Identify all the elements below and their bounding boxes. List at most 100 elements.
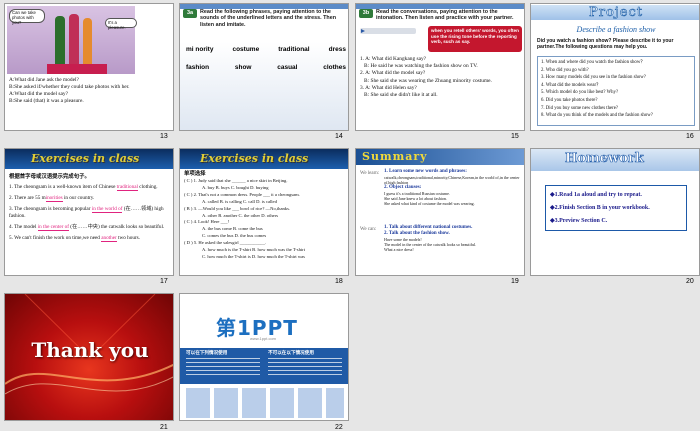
panel-text-lines [186, 358, 260, 378]
slide-thumbnail-13[interactable]: Can we take photos with you? It's a plea… [4, 3, 174, 131]
intro-text: Did you watch a fashion show? Please des… [537, 38, 674, 50]
section-label: We can: [360, 227, 377, 232]
slide-number: 19 [511, 278, 519, 285]
phrase: mi nority [186, 46, 214, 53]
project-subtitle: Describe a fashion show [576, 25, 656, 34]
phrase: costume [232, 46, 260, 53]
summary-detail: catwalk,cheongsam,traditional,minority,C… [384, 175, 520, 185]
section-label: We learn: [360, 171, 380, 176]
slide-thumbnail-18[interactable]: Exercises in class 单项选择 ( C ) 1. Judy sa… [179, 148, 349, 276]
exercise-item: 3. The cheongsam is becoming popular in … [9, 206, 164, 219]
questions-box: 1. When and where did you watch the fash… [537, 56, 695, 126]
slide-thumbnail-22[interactable]: 第1PPT www.1ppt.com 可以在下列情况使用 不可以在以下情况使用 [179, 293, 349, 421]
question-item: 2. Who did you go with? [541, 67, 589, 73]
phrase-row: mi nority costume traditional dress [186, 46, 346, 53]
slide-number: 18 [335, 278, 343, 285]
dialogue-line: 2. A: What did the model say? [360, 70, 426, 77]
slide-thumbnail-15[interactable]: 3b Read the conversations, paying attent… [355, 3, 525, 131]
slide-number: 20 [686, 278, 694, 285]
dialogue-line: B: She said she was wearing the Zhuang m… [360, 77, 492, 84]
question-item: ( C ) 4. Look! Here ___! [184, 219, 230, 225]
dialogue-line: B:She asked if/whether they could take p… [9, 84, 130, 90]
option-line: A. how much is the T-shirt B. how much w… [202, 247, 305, 253]
thank-you-text: Thank you [31, 338, 149, 362]
dialogue-line: A:What did Jane ask the model? [9, 77, 79, 83]
slide-number: 14 [335, 133, 343, 140]
exercise-item: 2. There are 55 minorities in our countr… [9, 195, 95, 202]
dialogue-line: B: She said she didn't like it at all. [360, 92, 438, 99]
stage-floor [47, 64, 107, 74]
option-line: A. buy B. buys C. bought D. buying [202, 184, 269, 190]
callout-box: when you retell others' words, you often… [428, 26, 522, 52]
exercise-heading: 根据首字母或汉语提示完成句子。 [9, 174, 90, 180]
slide-number: 15 [511, 133, 519, 140]
speech-bubble: It's a pleasure. [105, 18, 137, 30]
question-item: 6. Did you take photos there? [541, 97, 598, 103]
speech-bubble: Can we take photos with you? [9, 9, 45, 24]
homework-item: ◆3.Preview Section C. [550, 218, 608, 224]
question-item: ( B ) 3. —Would you like ___ bowl of ric… [184, 205, 291, 211]
homework-item: ◆2.Finish Section B in your workbook. [550, 205, 650, 211]
phrase: traditional [278, 46, 310, 53]
play-icon[interactable] [361, 29, 365, 33]
homework-item: ◆1.Read 1a aloud and try to repeat. [550, 192, 642, 198]
slide-thumbnail-19[interactable]: Summary We learn: We can: 1. Learn some … [355, 148, 525, 276]
question-item: ( D ) 5. He asked the salesgirl ________… [184, 240, 267, 246]
badge-3b: 3b [359, 9, 373, 18]
phrase: clothes [323, 64, 346, 71]
exercise-title: Exercises in class [31, 152, 140, 165]
slide-thumbnail-14[interactable]: 3a Read the following phrases, paying at… [179, 3, 349, 131]
exercise-item: 4. The model in the center of (在……中央) th… [9, 224, 165, 231]
option-line: C. comes the bus D. the bus comes [202, 233, 267, 239]
slide-thumbnail-17[interactable]: Exercises in class 根据首字母或汉语提示完成句子。 1. Th… [4, 148, 174, 276]
option-line: A. called B. is calling C. call D. is ca… [202, 198, 277, 204]
question-item: 3. How many models did you see in the fa… [541, 75, 646, 81]
option-line: A. other B. another C. the other D. othe… [202, 212, 279, 218]
option-line: A. the bus come B. come the bus [202, 226, 263, 232]
dialogue-line: B:She said (that) it was a pleasure. [9, 98, 84, 104]
exercise-title: Exercises in class [200, 152, 309, 165]
question-item: ( C ) 2. That's not a common dress. Peop… [184, 191, 300, 197]
question-item: 1. When and where did you watch the fash… [541, 60, 646, 65]
info-panel: 可以在下列情况使用 不可以在以下情况使用 [180, 348, 348, 384]
dialogue-line: A:What did the model say? [9, 91, 68, 97]
logo-tagline: www.1ppt.com [250, 336, 277, 341]
panel-text-lines [268, 358, 342, 378]
project-title: Project [531, 5, 699, 20]
audio-player[interactable] [360, 28, 416, 34]
phrase: casual [277, 64, 298, 71]
question-item: 7. Did you buy some new clothes there? [541, 105, 618, 111]
homework-box: ◆1.Read 1a aloud and try to repeat. ◆2.F… [545, 185, 687, 231]
summary-title: Summary [362, 150, 428, 163]
panel-heading: 可以在下列情况使用 [186, 351, 228, 356]
models-figure [55, 16, 65, 66]
slide-thumbnail-21[interactable]: Thank you [4, 293, 174, 421]
exercise-item: 1. The cheongsam is a well-known item of… [9, 184, 158, 191]
summary-detail: What a nice dress! [384, 247, 414, 252]
question-item: 4. What did the models wear？ [541, 82, 601, 88]
dialogue-line: B: He said he was watching the fashion s… [360, 63, 478, 70]
slide-thumbnail-20[interactable]: Homework ◆1.Read 1a aloud and try to rep… [530, 148, 700, 276]
question-item: 5. Which model do you like best? Why? [541, 90, 619, 96]
slide-number: 13 [160, 133, 168, 140]
option-line: C. how much the T-shirt is D. how much t… [202, 253, 305, 259]
question-item: ( C ) 1. Judy said that she ______ a nic… [184, 178, 288, 183]
phrase: show [234, 64, 252, 71]
slide-number: 21 [160, 424, 168, 431]
exercise-item: 5. We can't finish the work on time,we n… [9, 235, 140, 242]
phrase: dress [328, 46, 346, 53]
phrase-row: fashion show casual clothes [186, 64, 346, 71]
instruction-text: Read the conversations, paying attention… [376, 9, 514, 22]
models-figure [83, 18, 92, 66]
slide-number: 16 [686, 133, 694, 140]
models-figure [69, 14, 79, 66]
instruction-text: Read the following phrases, paying atten… [200, 9, 336, 28]
slide-number: 22 [335, 424, 343, 431]
slide-number: 17 [160, 278, 168, 285]
slide-thumbnail-16[interactable]: Project Describe a fashion show Did you … [530, 3, 700, 131]
exercise-heading: 单项选择 [184, 171, 206, 177]
question-item: 8. What do you think of the models and t… [541, 113, 653, 119]
panel-heading: 不可以在以下情况使用 [268, 351, 314, 356]
badge-3a: 3a [183, 9, 197, 18]
phrase: fashion [186, 64, 210, 71]
